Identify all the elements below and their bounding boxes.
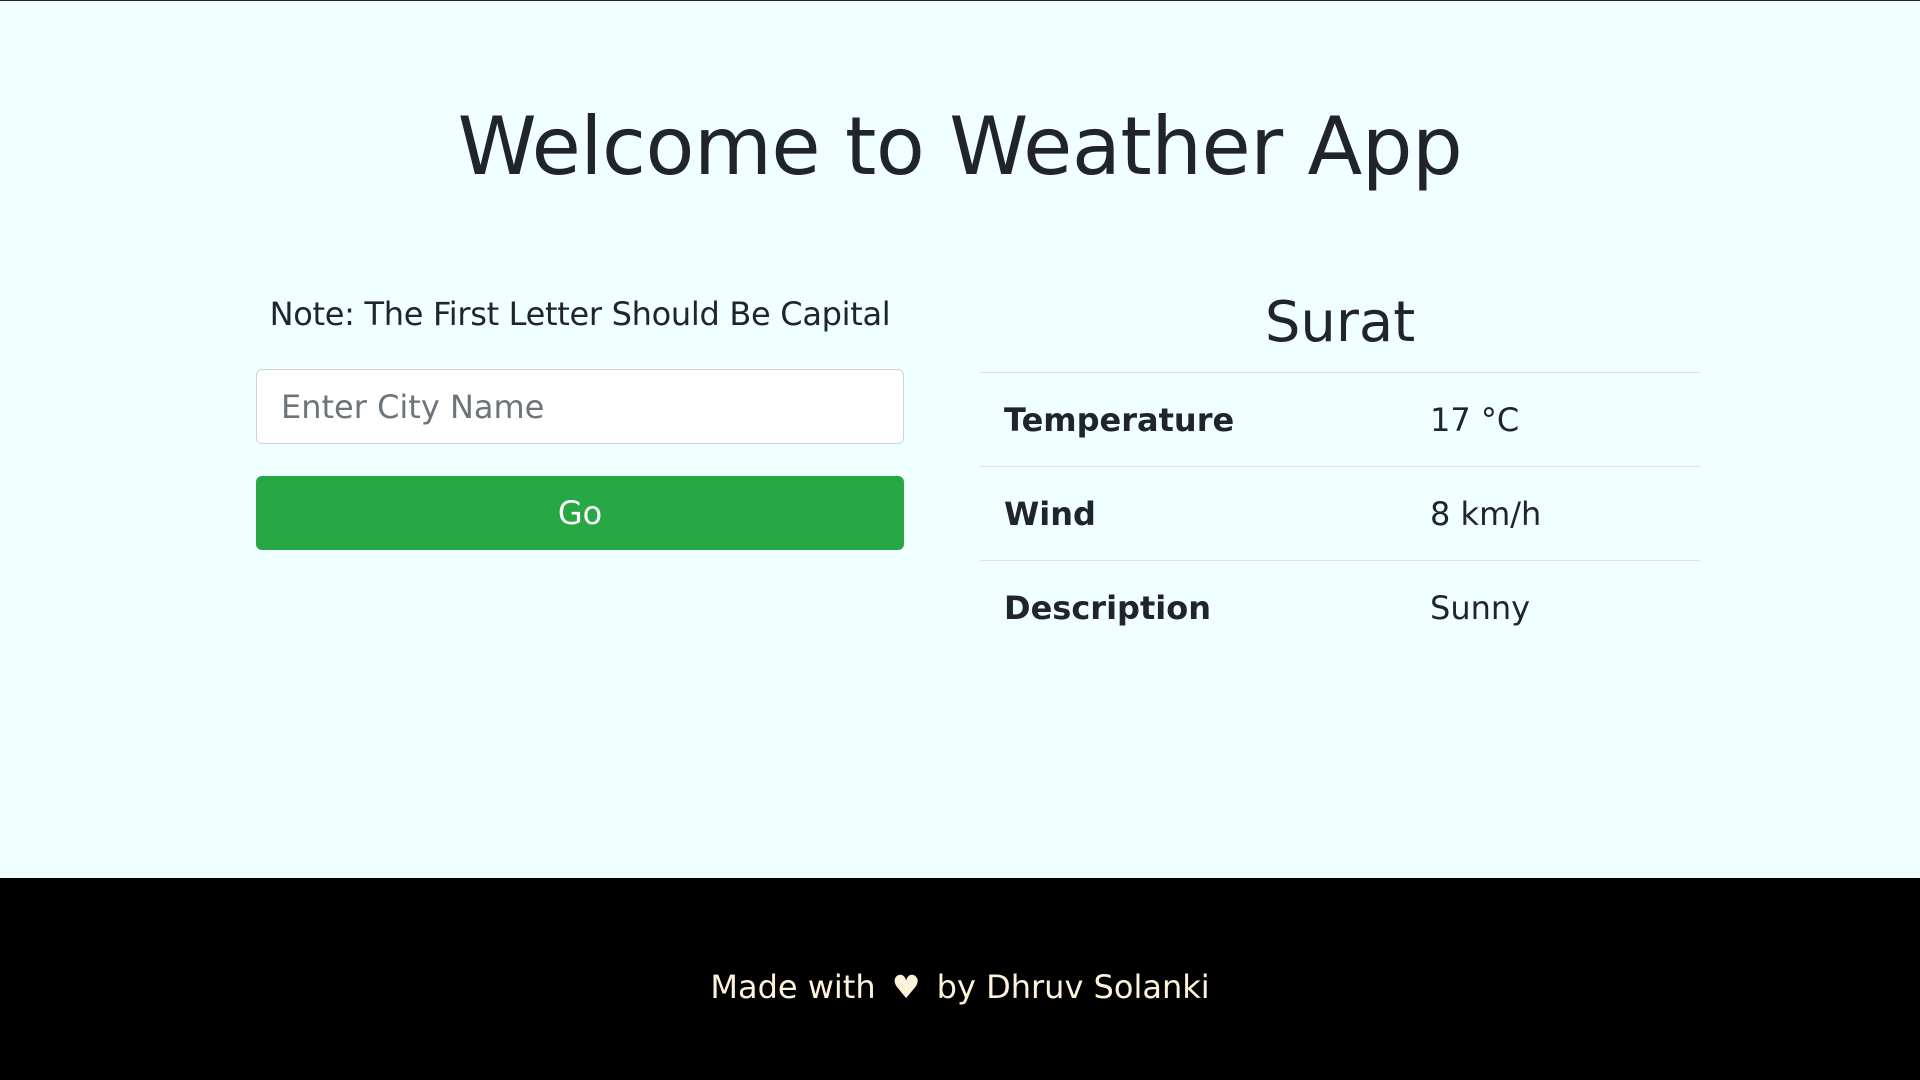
wind-label: Wind bbox=[1004, 494, 1096, 533]
heart-icon: ♥ bbox=[891, 968, 921, 1006]
temperature-row: Temperature 17 °C bbox=[980, 372, 1700, 467]
footer: Made with ♥ by Dhruv Solanki bbox=[0, 878, 1920, 1080]
description-label: Description bbox=[1004, 588, 1211, 627]
temperature-value: 17 °C bbox=[1430, 400, 1520, 439]
search-panel: Note: The First Letter Should Be Capital… bbox=[256, 285, 904, 550]
author-text: by Dhruv Solanki bbox=[936, 968, 1210, 1006]
top-divider bbox=[0, 0, 1920, 1]
wind-value: 8 km/h bbox=[1430, 494, 1542, 533]
city-search-input[interactable] bbox=[256, 369, 904, 444]
capitalization-note: Note: The First Letter Should Be Capital bbox=[269, 295, 891, 333]
city-name: Surat bbox=[1264, 290, 1416, 355]
page-title: Welcome to Weather App bbox=[457, 100, 1463, 193]
go-button[interactable]: Go bbox=[256, 476, 904, 550]
weather-table: Temperature 17 °C Wind 8 km/h Descriptio… bbox=[980, 372, 1700, 655]
weather-panel: Surat Temperature 17 °C Wind 8 km/h Desc… bbox=[980, 285, 1700, 655]
wind-row: Wind 8 km/h bbox=[980, 466, 1700, 561]
footer-credit: Made with ♥ by Dhruv Solanki bbox=[0, 958, 1920, 1016]
description-row: Description Sunny bbox=[980, 560, 1700, 655]
made-with-text: Made with bbox=[710, 968, 876, 1006]
temperature-label: Temperature bbox=[1004, 400, 1235, 439]
description-value: Sunny bbox=[1430, 588, 1531, 627]
